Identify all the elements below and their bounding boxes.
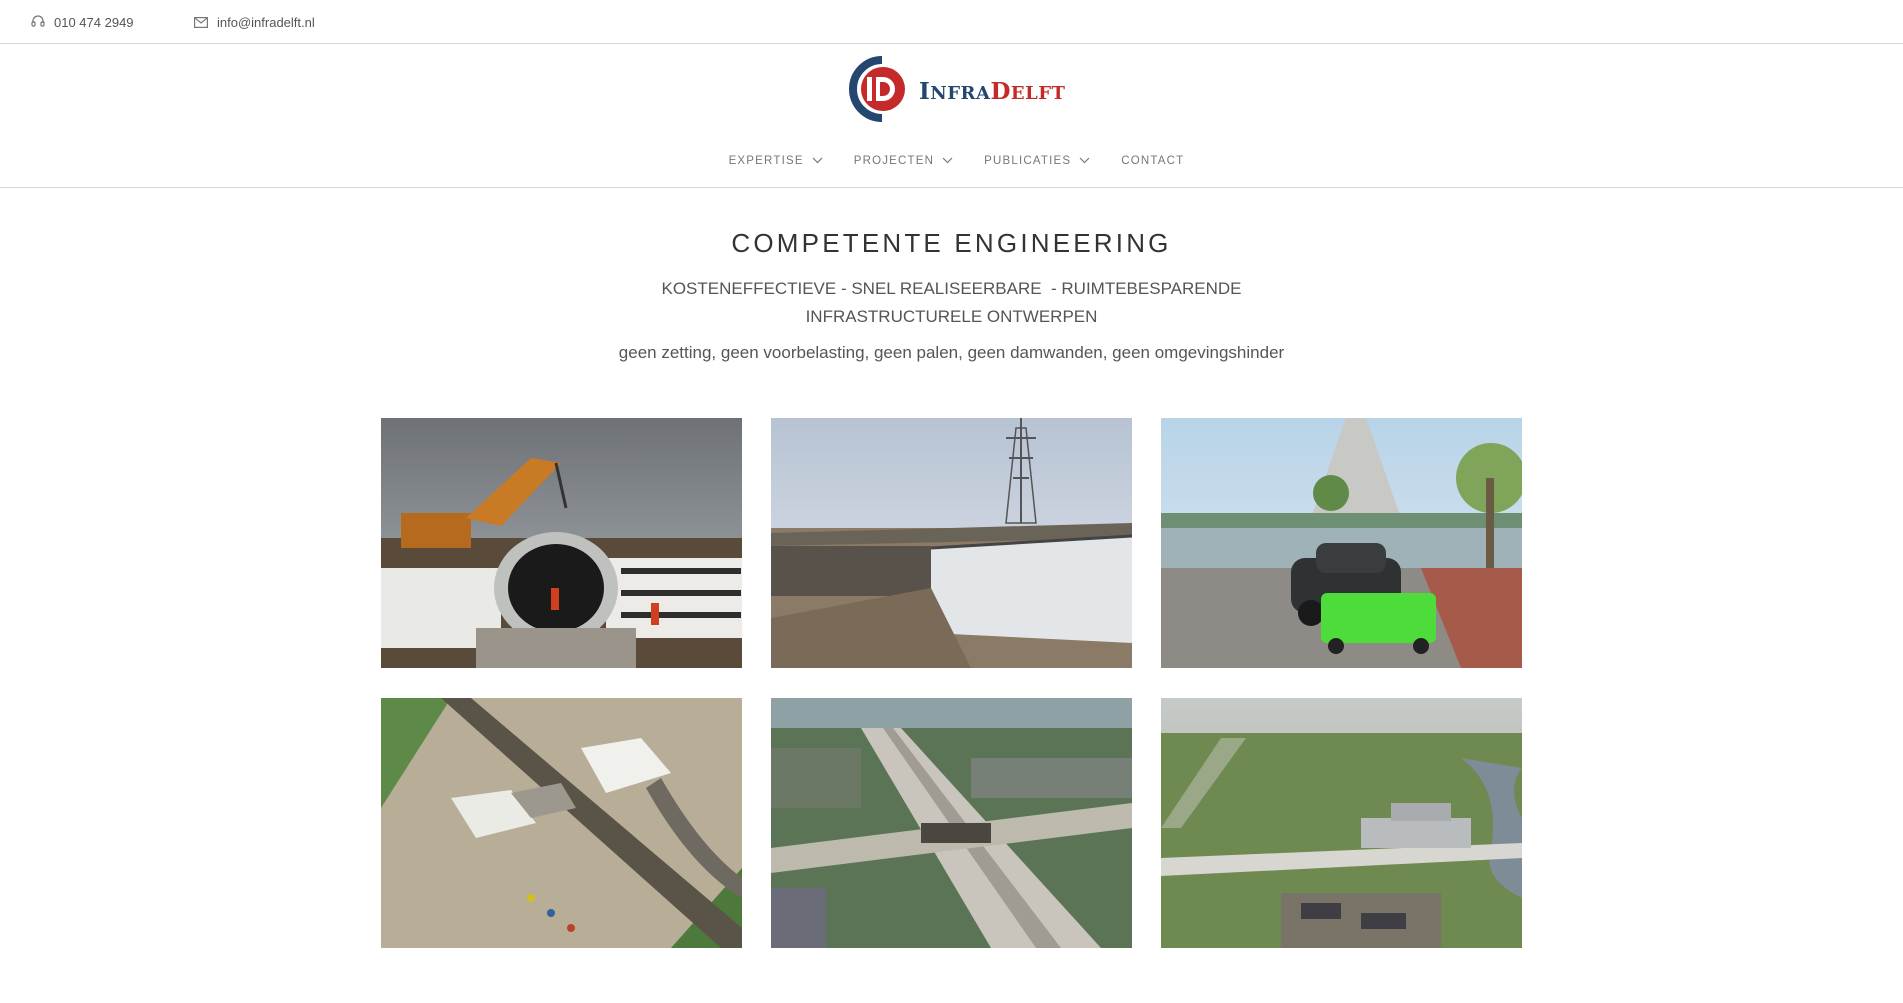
logo-wordmark: INFRADELFT <box>919 77 1066 105</box>
nav-label: EXPERTISE <box>728 155 804 167</box>
gallery-photo-aerial-highway[interactable] <box>771 698 1132 948</box>
project-gallery <box>381 418 1522 948</box>
envelope-icon <box>194 16 208 28</box>
gallery-photo-abutment[interactable] <box>771 418 1132 668</box>
subtitle-line-1: KOSTENEFFECTIEVE - SNEL REALISEERBARE - … <box>661 279 1242 298</box>
site-logo[interactable]: INFRADELFT <box>849 55 1066 127</box>
gallery-photo-culvert[interactable] <box>381 418 742 668</box>
main-navigation: EXPERTISE PROJECTEN PUBLICATIES CONTACT <box>0 151 1903 171</box>
email-link[interactable]: info@infradelft.nl <box>194 14 315 30</box>
page-title: COMPETENTE ENGINEERING <box>731 228 1172 258</box>
tagline: geen zetting, geen voorbelasting, geen p… <box>618 343 1285 362</box>
nav-item-expertise[interactable]: EXPERTISE <box>729 151 823 171</box>
chevron-down-icon <box>1079 155 1090 167</box>
nav-item-publicaties[interactable]: PUBLICATIES <box>984 151 1090 171</box>
phone-number: 010 474 2949 <box>54 14 134 30</box>
headset-icon <box>31 15 45 29</box>
gallery-photo-aerial-polder[interactable] <box>1161 698 1522 948</box>
nav-item-contact[interactable]: CONTACT <box>1121 151 1184 171</box>
email-address: info@infradelft.nl <box>217 14 315 30</box>
phone-link[interactable]: 010 474 2949 <box>31 14 134 30</box>
subtitle: KOSTENEFFECTIEVE - SNEL REALISEERBARE - … <box>0 275 1903 331</box>
nav-item-projecten[interactable]: PROJECTEN <box>854 151 953 171</box>
nav-label: CONTACT <box>1121 155 1185 167</box>
top-contact-bar: 010 474 2949 info@infradelft.nl <box>0 0 1903 44</box>
subtitle-line-2: INFRASTRUCTURELE ONTWERPEN <box>805 307 1098 326</box>
nav-label: PROJECTEN <box>853 155 935 167</box>
chevron-down-icon <box>812 155 823 167</box>
site-header: INFRADELFT EXPERTISE PROJECTEN PUBLICATI… <box>0 45 1903 188</box>
gallery-photo-aerial-railway[interactable] <box>381 698 742 948</box>
intro-section: COMPETENTE ENGINEERING KOSTENEFFECTIEVE … <box>0 224 1903 366</box>
chevron-down-icon <box>942 155 953 167</box>
gallery-photo-mobile-unit[interactable] <box>1161 418 1522 668</box>
logo-mark-icon <box>849 55 909 127</box>
nav-label: PUBLICATIES <box>984 155 1072 167</box>
